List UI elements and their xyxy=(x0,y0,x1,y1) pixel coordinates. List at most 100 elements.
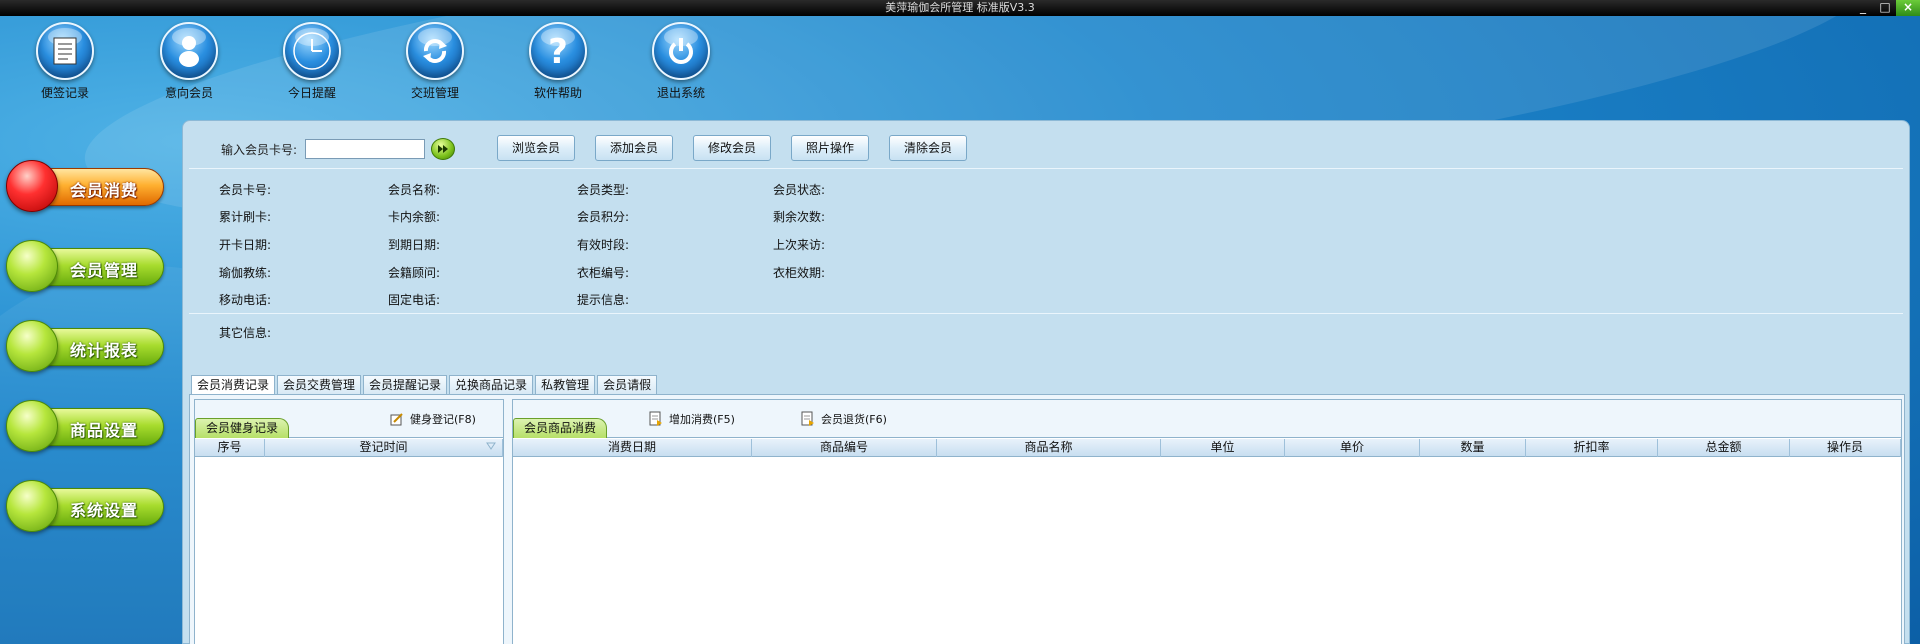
tab-reminders[interactable]: 会员提醒记录 xyxy=(363,375,448,395)
nav-member-manage-label: 会员管理 xyxy=(70,261,139,280)
person-icon xyxy=(160,22,218,80)
nav-system-settings[interactable]: 系统设置 xyxy=(6,480,164,532)
main-panel: 输入会员卡号: 浏览会员 添加会员 修改会员 照片操作 清除会员 会员卡号: 会… xyxy=(182,120,1910,644)
tab-bar: 会员消费记录 会员交费管理 会员提醒记录 兑换商品记录 私教管理 会员请假 xyxy=(191,375,659,395)
toolbar-shift[interactable]: 交班管理 xyxy=(375,22,495,101)
fitness-register-label: 健身登记(F8) xyxy=(410,413,476,426)
field-member-status: 会员状态: xyxy=(773,183,826,197)
card-number-input[interactable] xyxy=(305,139,426,159)
fitness-records-panel: 会员健身记录 健身登记(F8) 序号 登记时间 xyxy=(194,399,504,644)
toolbar-reminders-label: 今日提醒 xyxy=(287,86,336,100)
col-operator[interactable]: 操作员 xyxy=(1790,439,1901,457)
edit-icon xyxy=(390,413,403,426)
minimize-button[interactable]: _ xyxy=(1852,0,1874,16)
nav-ball-icon xyxy=(6,480,58,532)
field-tip: 提示信息: xyxy=(577,293,630,307)
field-coach: 瑜伽教练: xyxy=(219,266,272,280)
field-valid-period: 有效时段: xyxy=(577,238,630,252)
tab-exchange[interactable]: 兑换商品记录 xyxy=(449,375,534,395)
divider xyxy=(189,168,1903,169)
window-title: 美萍瑜伽会所管理 标准版V3.3 xyxy=(885,1,1035,14)
field-member-type: 会员类型: xyxy=(577,183,630,197)
toolbar-reminders[interactable]: 今日提醒 xyxy=(252,22,372,101)
refund-label: 会员退货(F6) xyxy=(821,413,887,426)
nav-member-consume[interactable]: 会员消费 xyxy=(6,160,164,212)
nav-product-settings-label: 商品设置 xyxy=(70,421,139,440)
toolbar-notes-label: 便签记录 xyxy=(40,86,89,100)
tab-payment[interactable]: 会员交费管理 xyxy=(277,375,362,395)
fitness-records-tab[interactable]: 会员健身记录 xyxy=(195,418,290,438)
nav-ball-icon xyxy=(6,400,58,452)
col-discount[interactable]: 折扣率 xyxy=(1526,439,1658,457)
col-unit[interactable]: 单位 xyxy=(1161,439,1285,457)
refund-button[interactable]: 会员退货(F6) xyxy=(801,410,887,428)
refund-document-icon xyxy=(801,411,814,426)
product-consume-panel: 会员商品消费 增加消费(F5) 会员退货(F6) 消费日期 商品编号 商品名称 … xyxy=(512,399,1902,644)
field-last-visit: 上次来访: xyxy=(773,238,826,252)
col-quantity[interactable]: 数量 xyxy=(1420,439,1526,457)
fitness-toolbar: 会员健身记录 健身登记(F8) xyxy=(195,400,503,438)
clear-member-button[interactable]: 清除会员 xyxy=(889,135,967,161)
col-seq[interactable]: 序号 xyxy=(195,439,265,457)
field-locker-no: 衣柜编号: xyxy=(577,266,630,280)
field-balance: 卡内余额: xyxy=(388,210,441,224)
col-total[interactable]: 总金额 xyxy=(1658,439,1790,457)
tab-consume-records[interactable]: 会员消费记录 xyxy=(191,375,276,395)
close-button[interactable]: × xyxy=(1896,0,1920,16)
col-consume-date[interactable]: 消费日期 xyxy=(513,439,752,457)
add-member-button[interactable]: 添加会员 xyxy=(595,135,673,161)
col-price[interactable]: 单价 xyxy=(1285,439,1420,457)
svg-text:?: ? xyxy=(548,33,568,69)
nav-ball-icon xyxy=(6,160,58,212)
nav-product-settings[interactable]: 商品设置 xyxy=(6,400,164,452)
consume-grid-header: 消费日期 商品编号 商品名称 单位 单价 数量 折扣率 总金额 操作员 xyxy=(513,439,1901,457)
field-mobile: 移动电话: xyxy=(219,293,272,307)
field-other-info: 其它信息: xyxy=(219,326,272,340)
fitness-register-button[interactable]: 健身登记(F8) xyxy=(390,410,476,428)
sort-icon xyxy=(486,442,496,450)
col-product-name[interactable]: 商品名称 xyxy=(937,439,1161,457)
field-card-no: 会员卡号: xyxy=(219,183,272,197)
field-remaining: 剩余次数: xyxy=(773,210,826,224)
notepad-icon xyxy=(36,22,94,80)
toolbar-prospects-label: 意向会员 xyxy=(164,86,213,100)
refresh-icon xyxy=(406,22,464,80)
toolbar-notes[interactable]: 便签记录 xyxy=(5,22,125,101)
field-open-date: 开卡日期: xyxy=(219,238,272,252)
main-toolbar: 便签记录 意向会员 今日提醒 交班管理 ? 软件帮助 退出系统 xyxy=(0,22,760,112)
field-member-name: 会员名称: xyxy=(388,183,441,197)
divider xyxy=(189,313,1903,314)
tab-private-coach[interactable]: 私教管理 xyxy=(535,375,596,395)
title-bar: 美萍瑜伽会所管理 标准版V3.3 _ □ × xyxy=(0,0,1920,16)
go-arrow-icon[interactable] xyxy=(431,138,456,160)
toolbar-exit[interactable]: 退出系统 xyxy=(621,22,741,101)
nav-member-manage[interactable]: 会员管理 xyxy=(6,240,164,292)
toolbar-help[interactable]: ? 软件帮助 xyxy=(498,22,618,101)
toolbar-prospects[interactable]: 意向会员 xyxy=(129,22,249,101)
toolbar-exit-label: 退出系统 xyxy=(656,86,705,100)
maximize-button[interactable]: □ xyxy=(1874,0,1896,16)
col-register-time[interactable]: 登记时间 xyxy=(265,439,503,457)
edit-member-button[interactable]: 修改会员 xyxy=(693,135,771,161)
nav-ball-icon xyxy=(6,320,58,372)
field-expire-date: 到期日期: xyxy=(388,238,441,252)
tab-leave[interactable]: 会员请假 xyxy=(597,375,658,395)
fitness-grid-header: 序号 登记时间 xyxy=(195,439,503,457)
product-consume-tab[interactable]: 会员商品消费 xyxy=(513,418,608,438)
field-phone: 固定电话: xyxy=(388,293,441,307)
consume-toolbar: 会员商品消费 增加消费(F5) 会员退货(F6) xyxy=(513,400,1901,438)
help-icon: ? xyxy=(529,22,587,80)
nav-system-settings-label: 系统设置 xyxy=(70,501,139,520)
field-locker-expiry: 衣柜效期: xyxy=(773,266,826,280)
nav-reports-label: 统计报表 xyxy=(70,341,139,360)
photo-button[interactable]: 照片操作 xyxy=(791,135,869,161)
field-consultant: 会籍顾问: xyxy=(388,266,441,280)
col-product-code[interactable]: 商品编号 xyxy=(752,439,937,457)
col-register-time-label: 登记时间 xyxy=(359,440,408,454)
nav-reports[interactable]: 统计报表 xyxy=(6,320,164,372)
field-points: 会员积分: xyxy=(577,210,630,224)
add-consume-button[interactable]: 增加消费(F5) xyxy=(649,410,735,428)
power-icon xyxy=(652,22,710,80)
field-total-swipes: 累计刷卡: xyxy=(219,210,272,224)
browse-member-button[interactable]: 浏览会员 xyxy=(497,135,575,161)
